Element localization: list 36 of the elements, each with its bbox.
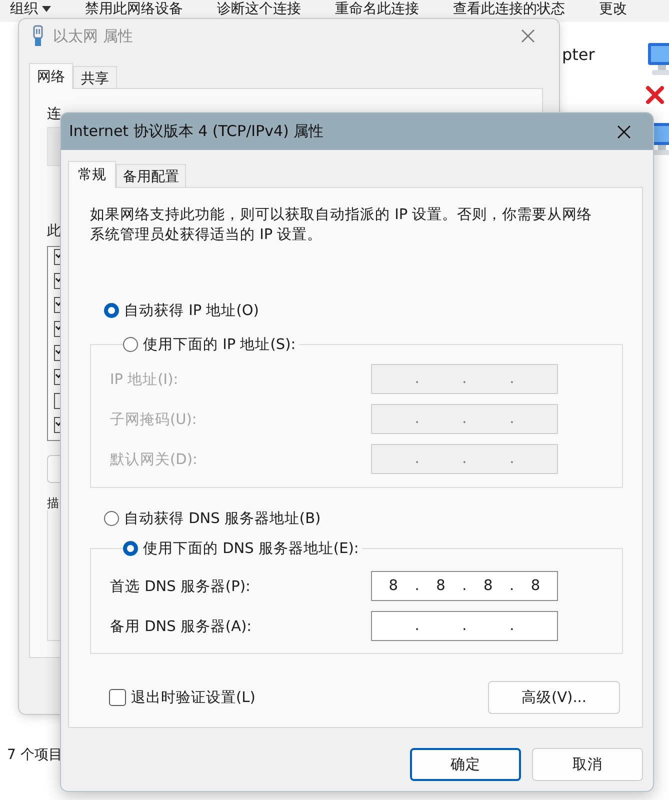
toolbar-button[interactable]: 更改 (599, 1, 627, 17)
advanced-button[interactable]: 高级(V)... (488, 681, 620, 714)
toolbar-button[interactable]: 禁用此网络设备 (85, 1, 183, 17)
close-icon (521, 29, 535, 43)
group-label: 描 (47, 496, 59, 510)
radio-option[interactable]: 使用下面的 DNS 服务器地址(E): (123, 538, 359, 558)
section-label: 连 (47, 105, 61, 123)
tab[interactable]: 常规 (68, 161, 116, 188)
tab[interactable]: 备用配置 (116, 164, 186, 187)
field-label: 首选 DNS 服务器(P): (110, 578, 252, 596)
ip-address-field[interactable]: 8 . 8 . 8 . 8 (371, 571, 558, 601)
window-title: 以太网 属性 (53, 26, 134, 46)
plug-icon (31, 25, 45, 47)
field-label: IP 地址(I): (110, 370, 180, 388)
field-label: 备用 DNS 服务器(A): (110, 618, 253, 636)
field-label: 默认网关(D): (110, 450, 198, 468)
cancel-button[interactable]: 取消 (532, 748, 643, 781)
tab[interactable]: 网络 (29, 63, 73, 89)
section-label: 此 (47, 222, 61, 240)
toolbar-button[interactable]: 组织 (10, 1, 51, 17)
adapter-name: pter (562, 45, 595, 64)
radio-option[interactable]: 自动获得 IP 地址(O) (104, 300, 623, 320)
toolbar-button[interactable]: 查看此连接的状态 (453, 1, 565, 17)
field-label: 子网掩码(U): (110, 410, 198, 428)
ok-button[interactable]: 确定 (410, 748, 521, 781)
toolbar-button[interactable]: 重命名此连接 (335, 1, 419, 17)
close-icon (617, 124, 631, 138)
radio-option[interactable]: 自动获得 DNS 服务器地址(B) (104, 508, 623, 528)
toolbar-button[interactable]: 诊断这个连接 (217, 1, 301, 17)
description-text: 如果网络支持此功能，则可以获取自动指派的 IP 设置。否则，你需要从网络系统管理员处获得适当的 IP 设置。 (90, 206, 594, 245)
checkbox-option[interactable]: 退出时验证设置(L) (109, 688, 256, 707)
dialog-title: Internet 协议版本 4 (TCP/IPv4) 属性 (69, 122, 325, 141)
ip-address-field[interactable]: . . . (371, 611, 558, 641)
status-bar-text: 7 个项目 (7, 746, 62, 764)
tab[interactable]: 共享 (73, 66, 117, 88)
monitor-icon (646, 42, 669, 76)
